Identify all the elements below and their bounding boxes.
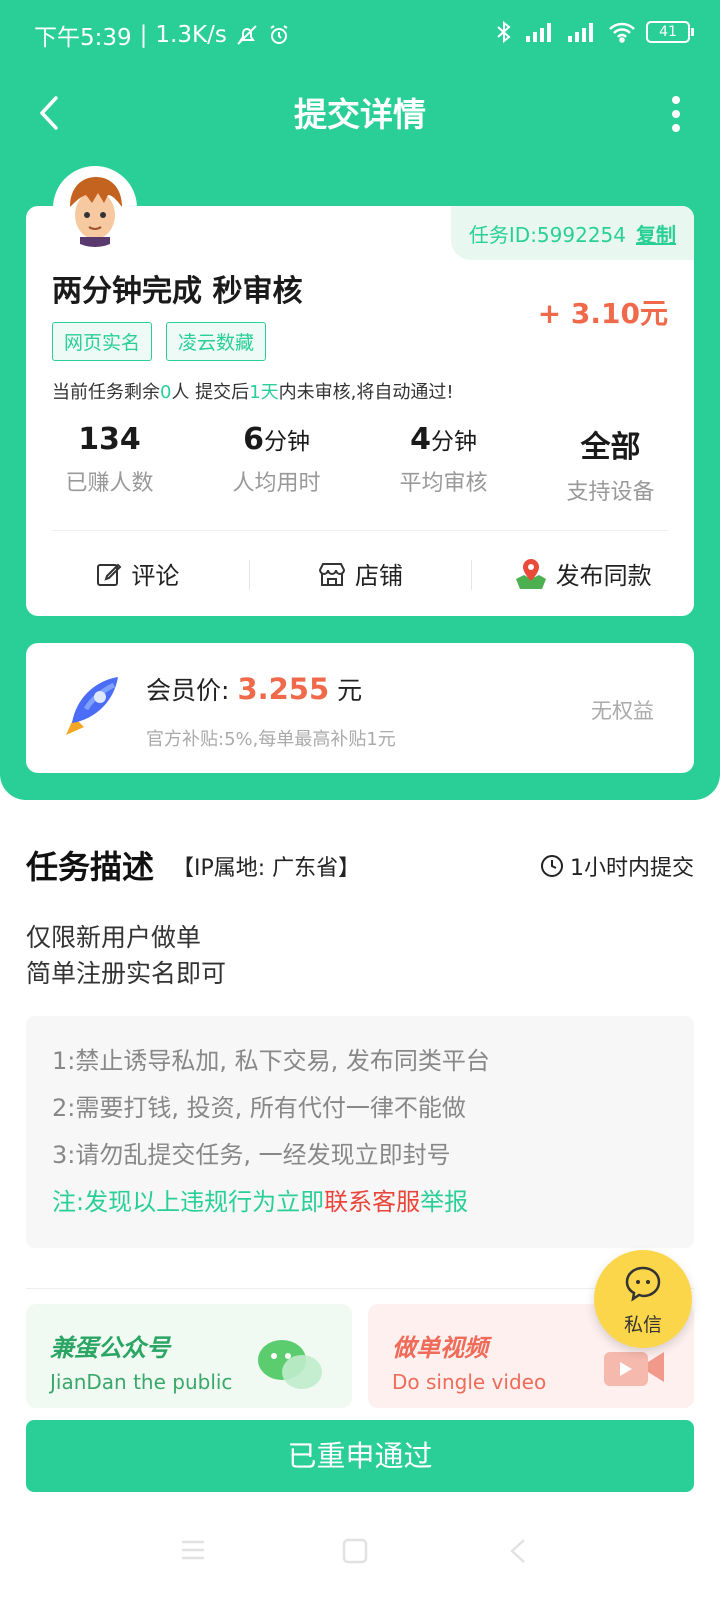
stat-avg-review: 4分钟 平均审核: [360, 422, 527, 506]
status-separator: |: [139, 22, 148, 48]
nav-bar: 提交详情: [0, 80, 720, 146]
back-nav-icon[interactable]: [508, 1538, 528, 1568]
tag-label: 凌云数藏: [166, 322, 267, 361]
stat-value: 全部: [580, 430, 641, 465]
comment-button[interactable]: 评论: [26, 556, 249, 591]
rocket-icon: [66, 677, 118, 735]
status-time: 下午5:39: [34, 25, 132, 51]
chat-bubble-icon: [625, 1266, 661, 1302]
alarm-icon: [270, 25, 288, 44]
rules-box: 1:禁止诱导私加, 私下交易, 发布同类平台 2:需要打钱, 投资, 所有代付一…: [26, 1016, 694, 1248]
stat-earned: 134 已赚人数: [26, 422, 193, 506]
member-unit: 元: [337, 676, 363, 705]
task-id: 任务ID:5992254: [468, 222, 626, 247]
notice-suffix: 内未审核,将自动通过!: [278, 382, 454, 403]
notice-days: 1天: [249, 382, 279, 403]
ip-location: 【IP属地: 广东省】: [172, 856, 361, 881]
member-rights[interactable]: 无权益: [591, 695, 654, 725]
task-card: 任务ID:5992254 复制 两分钟完成 秒审核 + 3.10元 网页实名 凌…: [26, 206, 694, 616]
rule-note-c: 举报: [420, 1188, 469, 1216]
stat-value: 6: [243, 422, 264, 457]
location-map-icon: [515, 558, 546, 589]
page-title: 提交详情: [294, 95, 426, 134]
status-left: 下午5:39 | 1.3K/s: [34, 18, 291, 52]
description-title: 任务描述: [26, 842, 161, 890]
signal-icon-2: [568, 23, 593, 42]
stat-devices: 全部 支持设备: [527, 422, 694, 506]
stat-label: 人均用时: [232, 471, 321, 496]
notice-mid: 人 提交后: [171, 382, 250, 403]
description-line: 简单注册实名即可: [26, 959, 227, 988]
rule-item: 1:禁止诱导私加, 私下交易, 发布同类平台: [52, 1047, 490, 1075]
description-body: 仅限新用户做单 简单注册实名即可: [26, 920, 226, 992]
wechat-icon: [258, 1340, 322, 1389]
system-nav-bar: [0, 1530, 720, 1580]
promo-subtitle: JianDan the public: [50, 1370, 233, 1394]
member-price: 3.255: [237, 672, 330, 706]
private-message-label: 私信: [623, 1314, 662, 1336]
stat-label: 平均审核: [399, 471, 488, 496]
comment-label: 评论: [131, 562, 180, 590]
member-price-card: 会员价: 3.255 元 官方补贴:5%,每单最高补贴1元 无权益: [26, 643, 694, 773]
publish-same-label: 发布同款: [555, 562, 652, 590]
home-icon[interactable]: [342, 1538, 368, 1568]
member-label: 会员价:: [146, 676, 230, 705]
bluetooth-icon: [497, 20, 511, 44]
wechat-promo-card[interactable]: 兼蛋公众号 JianDan the public: [26, 1304, 352, 1408]
status-bar: 下午5:39 | 1.3K/s 41: [0, 0, 720, 70]
task-actions: 评论 店铺 发布同款: [26, 531, 694, 616]
network-speed: 1.3K/s: [155, 22, 227, 48]
shop-label: 店铺: [355, 562, 403, 590]
stat-value: 134: [78, 422, 141, 457]
deadline: 1小时内提交: [540, 850, 694, 882]
task-id-badge: 任务ID:5992254 复制: [450, 206, 694, 260]
clock-icon: [541, 855, 563, 877]
promo-title: 做单视频: [392, 1334, 488, 1362]
status-right: 41: [494, 20, 694, 44]
stat-label: 已赚人数: [65, 471, 154, 496]
wifi-icon: [609, 22, 635, 43]
contact-service-link[interactable]: 联系客服: [324, 1188, 420, 1216]
rule-note: 注:发现以上违规行为立即联系客服举报: [52, 1179, 668, 1226]
tag-label: 网页实名: [52, 322, 153, 361]
divider: [26, 1288, 694, 1289]
task-stats: 134 已赚人数 6分钟 人均用时 4分钟 平均审核 全部 支持设备: [26, 422, 694, 506]
notice-prefix: 当前任务剩余: [52, 382, 160, 403]
copy-button[interactable]: 复制: [636, 219, 676, 248]
promo-title: 兼蛋公众号: [50, 1334, 170, 1362]
private-message-button[interactable]: 私信: [594, 1250, 692, 1348]
stat-unit: 分钟: [263, 429, 310, 455]
stat-value: 4: [410, 422, 431, 457]
task-notice: 当前任务剩余0人 提交后1天内未审核,将自动通过!: [52, 378, 454, 404]
member-price-line: 会员价: 3.255 元: [146, 671, 362, 707]
stat-label: 支持设备: [566, 480, 655, 505]
shop-button[interactable]: 店铺: [248, 556, 472, 591]
description-line: 仅限新用户做单: [26, 923, 202, 952]
stat-avg-time: 6分钟 人均用时: [193, 422, 360, 506]
publish-same-button[interactable]: 发布同款: [471, 556, 694, 591]
signal-icon: [526, 23, 551, 42]
notice-remaining: 0: [160, 382, 172, 403]
edit-icon: [97, 563, 122, 586]
rule-item: 3:请勿乱提交任务, 一经发现立即封号: [52, 1141, 451, 1169]
reapply-approved-button[interactable]: 已重申通过: [26, 1420, 694, 1492]
shop-icon: [318, 562, 346, 586]
rule-item: 2:需要打钱, 投资, 所有代付一律不能做: [52, 1094, 466, 1122]
menu-icon[interactable]: [180, 1538, 206, 1566]
rule-note-a: 注:发现以上违规行为立即: [52, 1188, 325, 1216]
task-reward: + 3.10元: [537, 297, 668, 330]
avatar: [53, 166, 137, 250]
promo-subtitle: Do single video: [392, 1370, 547, 1394]
task-title: 两分钟完成 秒审核: [52, 274, 303, 309]
member-subsidy: 官方补贴:5%,每单最高补贴1元: [146, 729, 396, 750]
mute-icon: [237, 25, 257, 45]
task-tags: 网页实名 凌云数藏: [52, 322, 267, 361]
battery-indicator: 41: [646, 21, 694, 43]
deadline-text: 1小时内提交: [570, 856, 694, 881]
stat-unit: 分钟: [430, 429, 477, 455]
description-header: 任务描述 【IP属地: 广东省】 1小时内提交: [26, 842, 694, 892]
more-icon[interactable]: [670, 94, 682, 134]
avatar-cartoon-icon: [56, 169, 134, 247]
